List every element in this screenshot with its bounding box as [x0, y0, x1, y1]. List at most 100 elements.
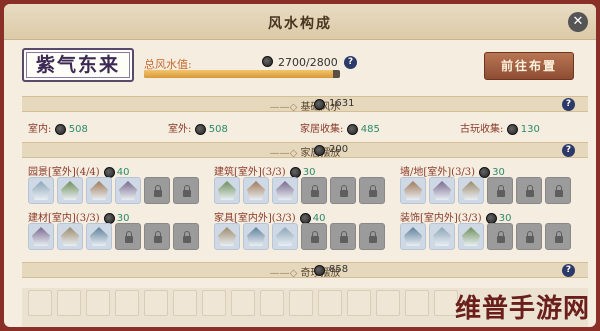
- coin-icon: [194, 124, 206, 135]
- furniture-item-slot[interactable]: [57, 177, 83, 204]
- furniture-item-icon: [462, 181, 480, 200]
- furniture-item-slot[interactable]: [115, 177, 141, 204]
- fengshui-panel: 风水构成 ✕ 紫气东来 总风水值: 2700/2800 ? 前往布置 ——◇ 基…: [4, 4, 596, 327]
- furniture-item-icon: [462, 227, 480, 246]
- furniture-item-slot[interactable]: [429, 223, 455, 250]
- furniture-item-slot[interactable]: [57, 223, 83, 250]
- group-material: 建材[室内](3/3) 30: [28, 213, 130, 224]
- curio-item-slot[interactable]: [28, 290, 52, 316]
- furniture-item-icon: [433, 227, 451, 246]
- curio-item-slot[interactable]: [347, 290, 371, 316]
- curio-item-slot[interactable]: [405, 290, 429, 316]
- furniture-item-slot[interactable]: [86, 177, 112, 204]
- stat-indoor: 室内: 508: [28, 124, 88, 135]
- furniture-item-slot[interactable]: [458, 223, 484, 250]
- coin-icon: [54, 124, 66, 135]
- furniture-item-icon: [90, 181, 108, 200]
- furniture-item-icon: [276, 181, 294, 200]
- locked-slot-icon: [301, 223, 327, 250]
- help-icon[interactable]: ?: [562, 98, 575, 111]
- curio-item-slot[interactable]: [202, 290, 226, 316]
- group-building: 建筑[室外](3/3) 30: [214, 167, 316, 178]
- coin-icon: [314, 145, 325, 156]
- furniture-item-slot[interactable]: [86, 223, 112, 250]
- watermark: 维普手游网: [454, 294, 590, 324]
- furniture-item-icon: [32, 181, 50, 200]
- group-wall-floor: 墙/地[室外](3/3) 30: [400, 167, 505, 178]
- locked-slot-icon: [115, 223, 141, 250]
- help-icon[interactable]: ?: [562, 264, 575, 277]
- furniture-item-slot[interactable]: [214, 177, 240, 204]
- locked-slot-icon: [359, 177, 385, 204]
- furniture-item-icon: [218, 181, 236, 200]
- furniture-item-slot[interactable]: [458, 177, 484, 204]
- help-icon[interactable]: ?: [344, 56, 357, 69]
- locked-slot-icon: [516, 177, 542, 204]
- fengshui-progress-fill: [144, 70, 333, 78]
- curio-item-slot[interactable]: [173, 290, 197, 316]
- furniture-value: 200: [329, 144, 349, 155]
- curio-item-slot[interactable]: [289, 290, 313, 316]
- base-fengshui-value: 1631: [329, 98, 355, 109]
- furniture-item-slot[interactable]: [272, 223, 298, 250]
- locked-slot-icon: [330, 177, 356, 204]
- curio-item-slot[interactable]: [86, 290, 110, 316]
- group-garden: 园景[室外](4/4) 40: [28, 167, 130, 178]
- furniture-item-icon: [404, 181, 422, 200]
- furniture-item-icon: [61, 181, 79, 200]
- window-title: 风水构成: [268, 16, 332, 32]
- locked-slot-icon: [545, 223, 571, 250]
- furniture-item-slot[interactable]: [400, 223, 426, 250]
- title-bar: 风水构成 ✕: [4, 4, 596, 40]
- furniture-item-icon: [247, 181, 265, 200]
- seal-badge: 紫气东来: [22, 48, 134, 82]
- locked-slot-icon: [487, 177, 513, 204]
- group-decoration: 装饰[室内外](3/3) 30: [400, 213, 512, 224]
- locked-slot-icon: [173, 223, 199, 250]
- furniture-item-icon: [276, 227, 294, 246]
- furniture-item-icon: [61, 227, 79, 246]
- furniture-item-icon: [90, 227, 108, 246]
- goto-layout-button[interactable]: 前往布置: [484, 52, 574, 80]
- furniture-item-slot[interactable]: [429, 177, 455, 204]
- curio-value: 858: [329, 264, 349, 275]
- locked-slot-icon: [330, 223, 356, 250]
- locked-slot-icon: [516, 223, 542, 250]
- stat-antique-collection: 古玩收集: 130: [460, 124, 540, 135]
- furniture-item-slot[interactable]: [214, 223, 240, 250]
- curio-item-slot[interactable]: [231, 290, 255, 316]
- group-furniture: 家具[室内外](3/3) 40: [214, 213, 326, 224]
- help-icon[interactable]: ?: [562, 144, 575, 157]
- base-fengshui-header: ——◇ 基础风水 1631 ?: [22, 96, 588, 113]
- furniture-item-slot[interactable]: [400, 177, 426, 204]
- furniture-item-icon: [119, 181, 137, 200]
- stat-outdoor: 室外: 508: [168, 124, 228, 135]
- close-icon[interactable]: ✕: [568, 12, 588, 32]
- coin-icon: [506, 124, 518, 135]
- furniture-item-slot[interactable]: [243, 223, 269, 250]
- coin-icon: [346, 124, 358, 135]
- furniture-item-slot[interactable]: [28, 177, 54, 204]
- furniture-item-icon: [32, 227, 50, 246]
- curio-item-slot[interactable]: [260, 290, 284, 316]
- curio-item-slot[interactable]: [318, 290, 342, 316]
- curio-item-slot[interactable]: [144, 290, 168, 316]
- furniture-item-slot[interactable]: [243, 177, 269, 204]
- furniture-item-slot[interactable]: [28, 223, 54, 250]
- locked-slot-icon: [359, 223, 385, 250]
- locked-slot-icon: [301, 177, 327, 204]
- furniture-item-icon: [247, 227, 265, 246]
- locked-slot-icon: [173, 177, 199, 204]
- coin-icon: [262, 56, 273, 67]
- coin-icon: [314, 265, 325, 276]
- furniture-header: ——◇ 家居摆放 200 ?: [22, 142, 588, 159]
- fengshui-progress-bar: [144, 70, 340, 78]
- curio-item-slot[interactable]: [57, 290, 81, 316]
- curio-item-slot[interactable]: [115, 290, 139, 316]
- furniture-item-slot[interactable]: [272, 177, 298, 204]
- locked-slot-icon: [144, 223, 170, 250]
- furniture-item-icon: [218, 227, 236, 246]
- locked-slot-icon: [487, 223, 513, 250]
- curio-item-slot[interactable]: [376, 290, 400, 316]
- locked-slot-icon: [144, 177, 170, 204]
